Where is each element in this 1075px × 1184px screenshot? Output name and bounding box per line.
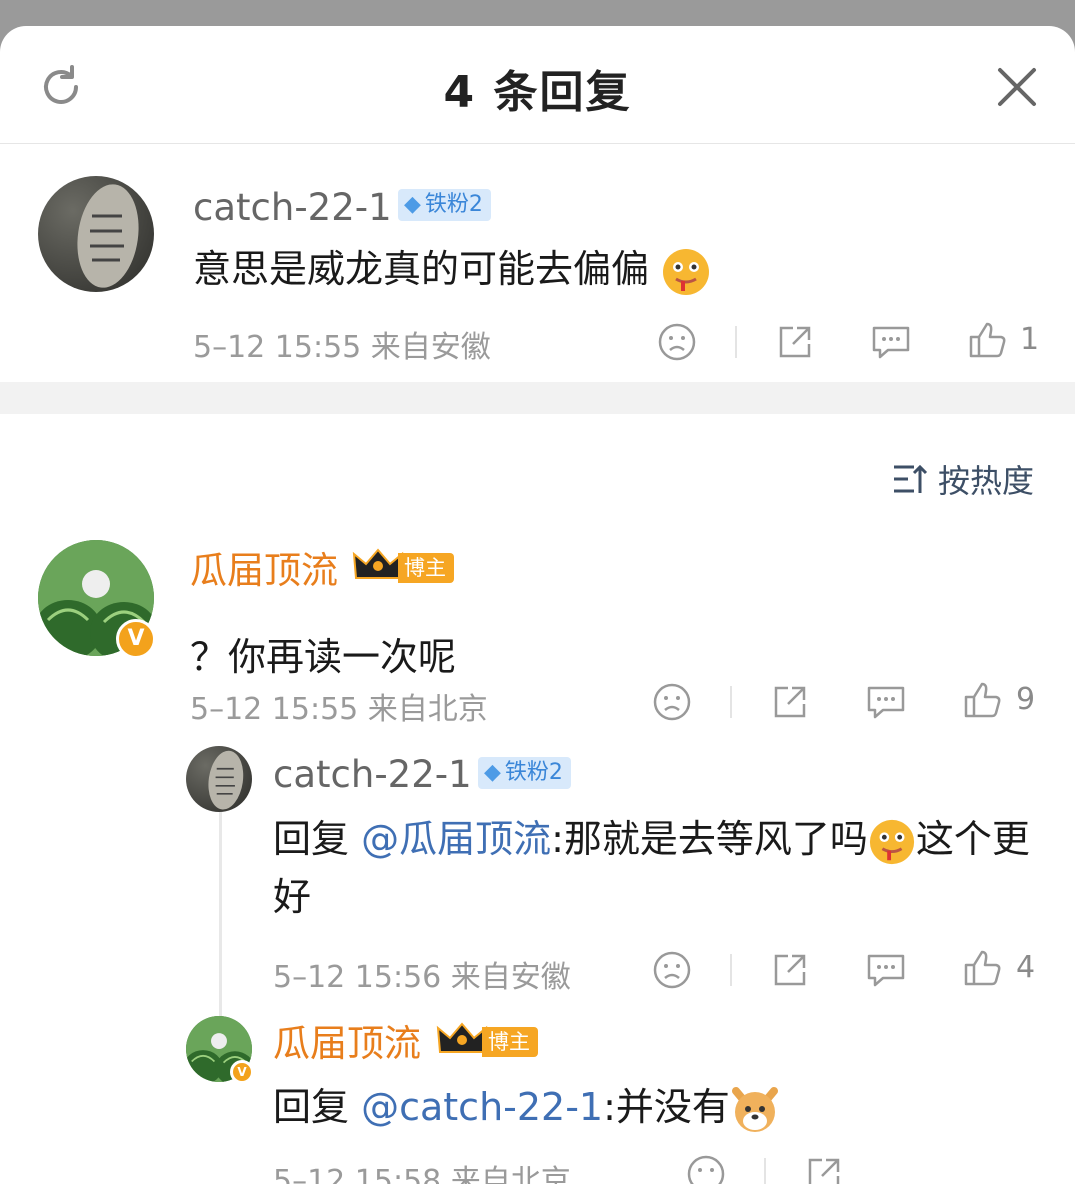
mention-link[interactable]: @瓜届顶流 [361, 817, 551, 861]
diamond-icon: ◆ [404, 192, 421, 217]
divider [764, 1158, 766, 1184]
close-icon[interactable] [996, 66, 1038, 108]
reply-text: ？你再读一次呢 [190, 635, 457, 679]
like-count: 4 [1016, 950, 1036, 985]
like-count: 9 [1016, 682, 1036, 717]
like-icon[interactable] [967, 320, 1007, 360]
share-icon[interactable] [770, 682, 810, 722]
avatar[interactable] [186, 746, 252, 812]
reply-username[interactable]: catch-22-1 [273, 753, 472, 797]
divider [735, 326, 737, 358]
drooling-emoji-icon [663, 248, 710, 295]
share-icon[interactable] [804, 1154, 844, 1184]
comment-meta: 5–12 15:55 来自安徽 [193, 330, 491, 365]
reply-meta: 5–12 15:58 来自北京 [273, 1164, 571, 1184]
verified-badge: V [116, 619, 156, 659]
dislike-face-icon[interactable] [686, 1154, 726, 1184]
thread-line [219, 812, 222, 1042]
blogger-badge: 博主 [352, 548, 454, 588]
avatar-image [77, 184, 139, 288]
replies-sheet: 4 条回复 catch-22-1 ◆ 铁粉2 意思是威龙真的可能去偏偏 5–12… [0, 26, 1075, 1184]
comment-icon[interactable] [865, 950, 907, 990]
dog-emoji-icon [731, 1086, 778, 1132]
drooling-emoji-icon [869, 819, 915, 864]
reply-username[interactable]: 瓜届顶流 [190, 549, 338, 593]
blogger-badge: 博主 [436, 1022, 538, 1062]
reply-meta: 5–12 15:55 来自北京 [190, 692, 488, 727]
comment-icon[interactable] [865, 682, 907, 722]
diamond-icon: ◆ [484, 760, 501, 785]
like-icon[interactable] [962, 948, 1002, 988]
dislike-face-icon[interactable] [657, 322, 697, 362]
like-icon[interactable] [962, 680, 1002, 720]
comment-username[interactable]: catch-22-1 [193, 186, 392, 230]
sort-icon [894, 464, 928, 493]
divider [730, 954, 732, 986]
section-gap [0, 382, 1075, 414]
mention-link[interactable]: @catch-22-1 [361, 1085, 603, 1129]
sort-button[interactable]: 按热度 [892, 456, 1034, 502]
crown-icon [436, 1022, 488, 1053]
reply-text: 回复 @catch-22-1:并没有 [273, 1078, 780, 1136]
avatar[interactable] [38, 176, 154, 292]
fan-badge: ◆ 铁粉2 [478, 757, 571, 789]
sheet-header: 4 条回复 [0, 26, 1075, 144]
reply-text: 回复 @瓜届顶流:那就是去等风了吗 这个更好 [273, 817, 1030, 919]
dislike-face-icon[interactable] [652, 950, 692, 990]
reply-meta: 5–12 15:56 来自安徽 [273, 960, 571, 995]
share-icon[interactable] [775, 322, 815, 362]
fan-badge: ◆ 铁粉2 [398, 189, 491, 221]
divider [730, 686, 732, 718]
page-title: 4 条回复 [443, 67, 632, 118]
crown-icon [352, 548, 404, 579]
dislike-face-icon[interactable] [652, 682, 692, 722]
like-count: 1 [1020, 322, 1040, 357]
reply-username[interactable]: 瓜届顶流 [273, 1022, 421, 1066]
share-icon[interactable] [770, 950, 810, 990]
comment-icon[interactable] [870, 322, 912, 362]
verified-badge: V [230, 1060, 254, 1084]
avatar-image [208, 750, 244, 810]
comment-text: 意思是威龙真的可能去偏偏 [193, 240, 711, 298]
